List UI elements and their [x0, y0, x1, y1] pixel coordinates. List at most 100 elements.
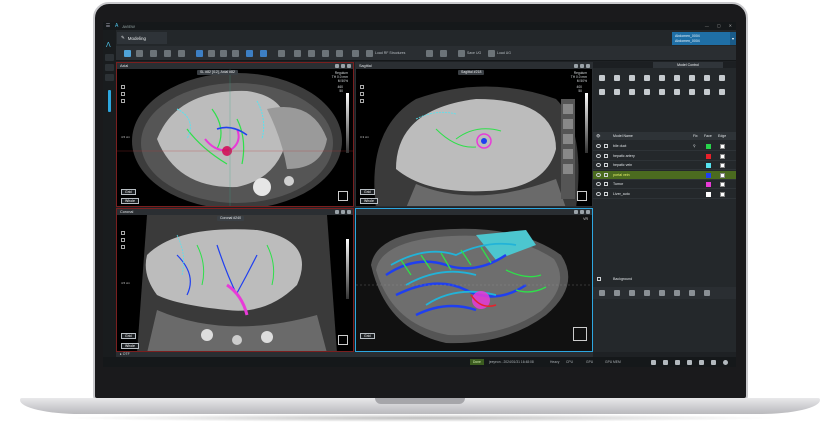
bell-icon[interactable]	[711, 360, 716, 365]
save-label[interactable]: Save UG	[467, 51, 481, 55]
gear-icon[interactable]	[335, 210, 339, 214]
arrow-down-icon[interactable]	[719, 89, 725, 95]
visibility-eye-icon[interactable]	[596, 182, 601, 186]
model-checkbox[interactable]	[604, 191, 608, 196]
layout-3-icon[interactable]	[220, 50, 227, 57]
minimize-icon[interactable]: —	[705, 23, 709, 28]
edge-color-swatch[interactable]	[720, 182, 725, 187]
model-row[interactable]: bile duct ⚲	[593, 142, 736, 151]
maximize-icon[interactable]	[586, 64, 590, 68]
camera-icon[interactable]	[580, 210, 584, 214]
visibility-eye-icon[interactable]	[596, 172, 601, 177]
face-color-swatch[interactable]	[706, 163, 711, 168]
edge-color-swatch[interactable]	[720, 163, 725, 168]
axial-whole-button[interactable]: Whole	[121, 198, 139, 204]
panel-tab-2[interactable]	[623, 62, 653, 68]
edge-color-swatch[interactable]	[720, 191, 725, 197]
face-color-swatch[interactable]	[706, 144, 711, 149]
load-structures-label[interactable]: Load RF Structures	[375, 51, 405, 55]
target-model-icon[interactable]	[659, 75, 665, 81]
edge-color-swatch[interactable]	[720, 153, 725, 159]
model-row[interactable]: hepatic vein	[593, 161, 736, 170]
gear-status-icon[interactable]	[687, 360, 692, 365]
image-icon[interactable]	[644, 89, 650, 95]
model-row[interactable]: Liver_auto	[593, 190, 736, 199]
measure-icon[interactable]	[689, 290, 695, 296]
coronal-slice-pill[interactable]: Coronal #240	[217, 216, 245, 221]
maximize-icon[interactable]: ▢	[717, 23, 721, 28]
hamburger-menu-icon[interactable]: ☰	[103, 23, 113, 29]
dataset-selector[interactable]: Abdomen_0004 Abdomen_0004	[672, 32, 730, 45]
model-row[interactable]: Tumor	[593, 180, 736, 189]
export-model-icon[interactable]	[689, 75, 695, 81]
background-row[interactable]: Background	[593, 275, 736, 283]
layers-icon[interactable]	[699, 360, 704, 365]
info-icon[interactable]	[675, 360, 680, 365]
help-icon[interactable]	[723, 360, 728, 365]
wrench-icon[interactable]	[614, 89, 620, 95]
arrow-up-icon[interactable]	[704, 89, 710, 95]
settings-icon[interactable]	[704, 290, 710, 296]
align-icon[interactable]	[278, 50, 285, 57]
sagittal-slice-pill[interactable]: Sagittal #218	[458, 70, 485, 75]
visibility-eye-icon[interactable]	[596, 153, 601, 158]
load-icon[interactable]	[488, 50, 495, 57]
axial-slice-pill[interactable]: SL #82 [I12], Axial #82	[197, 70, 238, 75]
crosshair-tool-icon[interactable]	[164, 50, 171, 57]
ruler-tool-icon[interactable]	[294, 50, 301, 57]
3d-orientation-cube-icon[interactable]	[573, 327, 587, 341]
model-checkbox[interactable]	[604, 153, 608, 158]
sagittal-orientation-icon[interactable]	[577, 191, 587, 201]
grid-model-icon[interactable]	[629, 75, 635, 81]
circle-icon[interactable]	[644, 290, 650, 296]
load-label[interactable]: Load UG	[497, 51, 511, 55]
background-checkbox[interactable]	[597, 277, 601, 281]
brush-tool-icon[interactable]	[308, 50, 315, 57]
model-row[interactable]: hepatic artery	[593, 152, 736, 161]
maximize-icon[interactable]	[347, 210, 351, 214]
upload-model-icon[interactable]	[674, 75, 680, 81]
layout-2-icon[interactable]	[208, 50, 215, 57]
sagittal-grid-button[interactable]: Grid	[360, 189, 375, 195]
viewport-3d[interactable]: VR Grid	[355, 208, 593, 352]
viewport-axial[interactable]: Axial SL #82 [I12], Axial #82 Regulum TH…	[116, 62, 354, 207]
fill-model-icon[interactable]	[644, 75, 650, 81]
eraser-tool-icon[interactable]	[322, 50, 329, 57]
fix-pin-icon[interactable]: ⚲	[693, 142, 696, 151]
dataset-dropdown-chevron-icon[interactable]: ▾	[730, 32, 736, 45]
face-color-swatch[interactable]	[706, 153, 711, 159]
edge-color-swatch[interactable]	[720, 144, 725, 149]
model-checkbox[interactable]	[604, 163, 608, 167]
pan-tool-icon[interactable]	[150, 50, 157, 57]
layout-1-icon[interactable]	[196, 50, 203, 57]
camera-icon[interactable]	[341, 210, 345, 214]
mask-icon[interactable]	[629, 89, 635, 95]
undo-icon[interactable]	[426, 50, 433, 57]
rail-layout-icon[interactable]	[105, 74, 114, 81]
rail-grid-icon[interactable]	[105, 54, 114, 61]
edge-color-swatch[interactable]	[720, 172, 725, 178]
load-structures-icon[interactable]	[366, 50, 373, 57]
visibility-eye-icon[interactable]	[596, 163, 601, 167]
axial-wl-scale[interactable]	[346, 93, 349, 153]
face-color-swatch[interactable]	[706, 182, 711, 187]
camera-icon[interactable]	[341, 64, 345, 68]
gear-icon[interactable]	[335, 64, 339, 68]
face-color-swatch[interactable]	[706, 172, 711, 178]
layout-4-icon[interactable]	[232, 50, 239, 57]
model-row[interactable]: portal vein	[593, 170, 736, 180]
face-color-swatch[interactable]	[706, 191, 711, 197]
layout-grid-icon[interactable]	[260, 50, 267, 57]
visibility-eye-icon[interactable]	[596, 144, 601, 148]
panel-tab-1[interactable]	[593, 62, 623, 68]
visibility-eye-icon[interactable]	[596, 191, 601, 196]
delete-tool-icon[interactable]	[336, 50, 343, 57]
viewport-coronal[interactable]: Coronal Coronal #240 4.5 cm Grid Whole	[116, 208, 354, 352]
model-checkbox[interactable]	[604, 182, 608, 186]
close-icon[interactable]: ✕	[729, 23, 732, 28]
cut-icon[interactable]	[674, 290, 680, 296]
inflate-icon[interactable]	[614, 290, 620, 296]
move-tool-icon[interactable]	[124, 50, 131, 57]
axial-orientation-icon[interactable]	[338, 191, 348, 201]
rail-list-icon[interactable]	[105, 64, 114, 71]
